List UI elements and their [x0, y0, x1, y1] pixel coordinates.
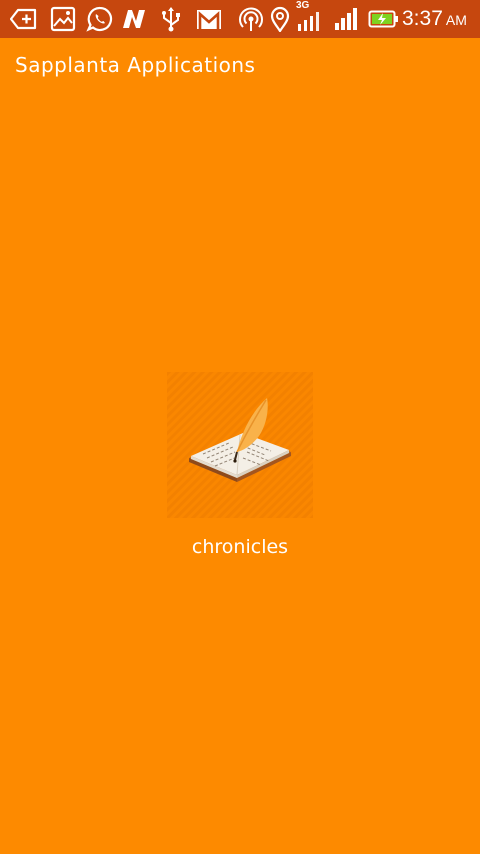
signal-3g-icon: 3G — [296, 0, 324, 31]
quill-book-icon — [167, 372, 313, 518]
app-label-chronicles[interactable]: chronicles — [140, 536, 340, 558]
n-app-icon — [120, 6, 148, 32]
add-tab-icon — [10, 6, 38, 32]
gmail-icon — [195, 6, 223, 32]
clock-time: 3:37 — [402, 7, 443, 30]
clock-ampm: AM — [445, 12, 467, 28]
whatsapp-icon — [86, 6, 114, 32]
hotspot-icon — [237, 6, 265, 32]
battery-charging-icon — [368, 6, 400, 32]
status-clock: 3:37 AM — [402, 6, 467, 33]
image-icon — [49, 6, 77, 32]
app-launcher-chronicles[interactable] — [167, 372, 313, 518]
location-icon — [266, 6, 294, 32]
page-title: Sapplanta Applications — [15, 53, 256, 77]
usb-icon — [157, 6, 185, 32]
signal-icon — [333, 6, 361, 32]
status-bar: 3G 3:37 AM — [0, 0, 480, 38]
